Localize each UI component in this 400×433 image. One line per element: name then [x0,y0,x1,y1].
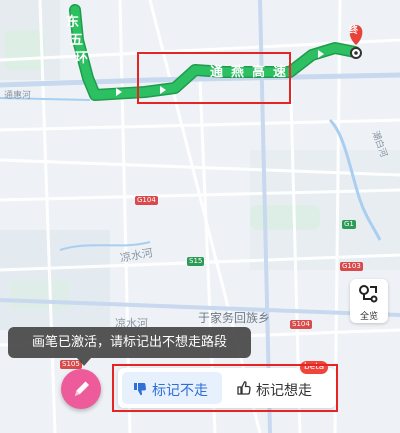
tooltip-arrow [77,358,91,366]
road-badge-s15: S15 [187,257,205,266]
end-marker-label: 终 [349,26,359,36]
highlighted-route-segment [137,52,291,104]
road-badge-s104: S104 [290,320,312,329]
pen-activated-tooltip: 画笔已激活，请标记出不想走路段 [8,327,251,358]
pen-button[interactable] [61,369,101,409]
pen-icon [75,381,89,396]
route-overview-icon [359,285,378,303]
township-label: 于家务回族乡 [198,311,271,325]
road-badge-g1: G1 [342,220,356,229]
ring-road-char-2: 五 [70,33,84,48]
river-label-tonghui: 通惠河 [4,91,32,101]
overview-button[interactable]: 全览 [350,279,388,323]
road-badge-g104: G104 [135,196,158,205]
ring-road-char-3: 环 [75,51,89,66]
highlighted-mark-panel [112,364,338,412]
overview-label: 全览 [359,312,378,322]
ring-road-char-1: 东 [66,15,80,30]
map-view[interactable]: 终 东 五 环 通 燕 高 速 通惠河 凉水河 潮白河 于家务回族乡 凉水河 S… [0,0,400,433]
road-badge-g103: G103 [340,262,363,271]
